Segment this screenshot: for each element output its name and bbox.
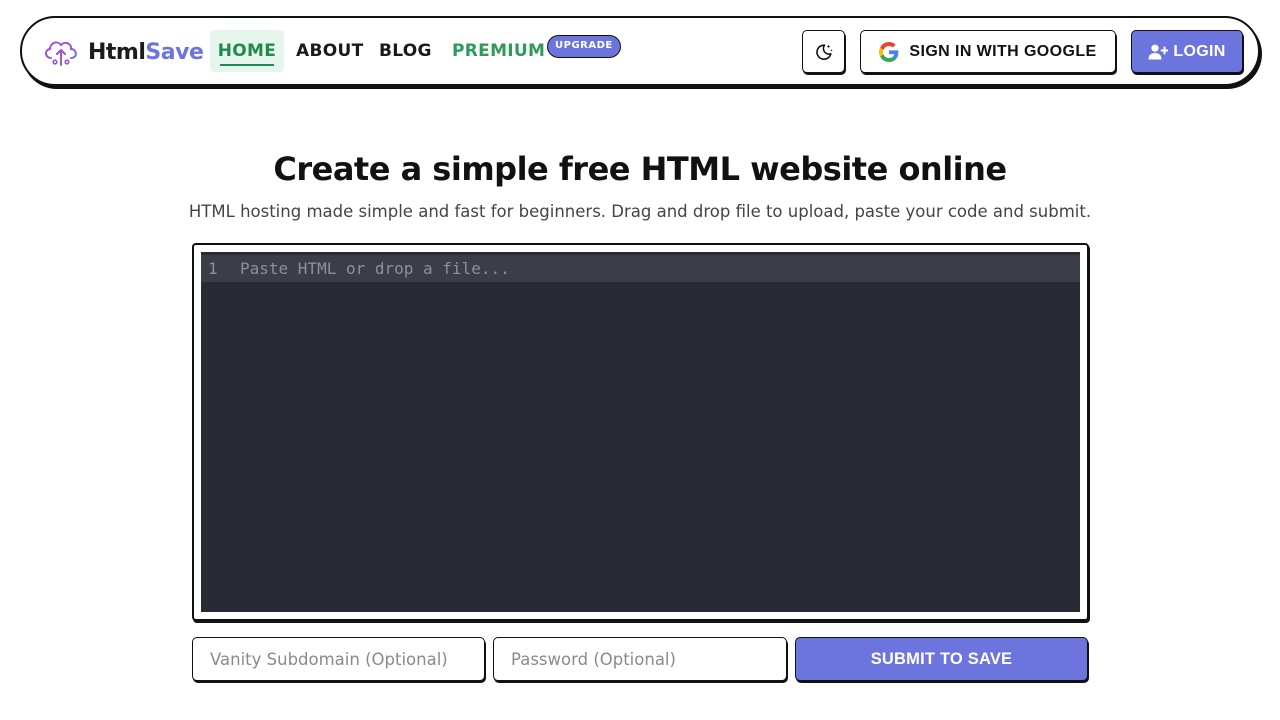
login-button-label: LOGIN [1173,42,1226,60]
brand-logo[interactable]: HtmlSave [42,37,204,67]
cloud-upload-logo-icon [45,41,77,66]
editor-active-line[interactable]: 1 Paste HTML or drop a file... [201,255,1080,282]
google-icon [879,41,899,62]
nav-premium[interactable]: PREMIUM [452,30,545,72]
page-subtitle: HTML hosting made simple and fast for be… [188,202,1092,221]
code-editor-frame: 1 Paste HTML or drop a file... [192,243,1089,621]
submit-to-save-button[interactable]: SUBMIT TO SAVE [795,637,1088,681]
brand-name: HtmlSave [88,39,204,65]
nav-blog[interactable]: BLOG [379,30,432,72]
nav-home[interactable]: HOME [210,30,284,72]
code-editor[interactable]: 1 Paste HTML or drop a file... [201,252,1080,612]
login-button[interactable]: LOGIN [1131,30,1243,73]
sign-in-google-button[interactable]: SIGN IN WITH GOOGLE [860,30,1116,73]
user-plus-icon [1148,44,1169,59]
editor-placeholder: Paste HTML or drop a file... [240,259,510,278]
navbar: HtmlSave HOME ABOUT BLOG PREMIUM UPGRADE… [20,16,1260,86]
brand-name-part1: Html [88,39,146,65]
vanity-subdomain-input[interactable] [192,637,485,681]
nav-about[interactable]: ABOUT [296,30,363,72]
line-number: 1 [208,259,218,278]
brand-name-part2: Save [145,39,204,65]
moon-stars-icon [815,43,833,60]
upgrade-badge[interactable]: UPGRADE [547,35,621,58]
google-button-label: SIGN IN WITH GOOGLE [909,42,1097,60]
page-title: Create a simple free HTML website online [273,150,1007,188]
password-input[interactable] [493,637,787,681]
theme-toggle-button[interactable] [802,30,845,73]
